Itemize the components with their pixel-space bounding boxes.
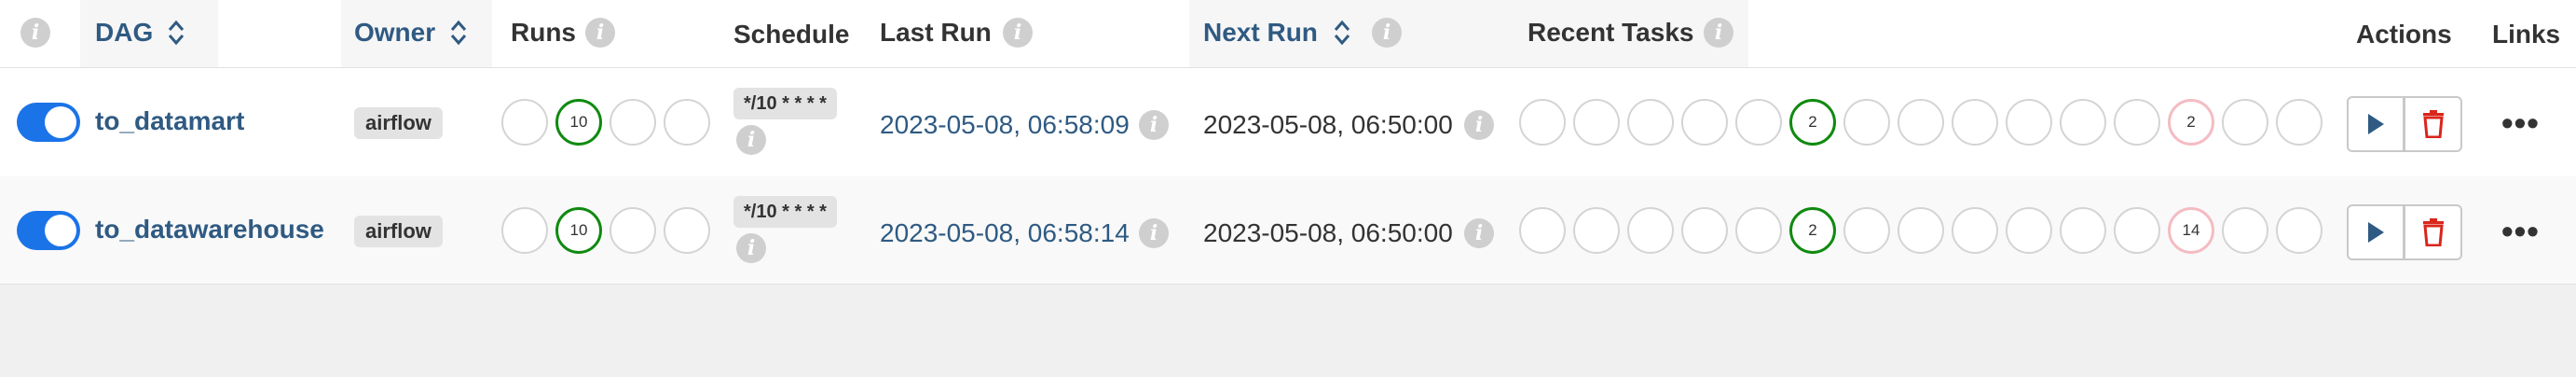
task-state-circle[interactable] — [1735, 99, 1782, 146]
delete-dag-button[interactable] — [2405, 204, 2462, 260]
column-next-run[interactable]: Next Run i — [1189, 0, 1515, 67]
task-state-circle[interactable] — [1952, 99, 1998, 146]
table-row: to_datawarehouse airflow 10 */10 * * * *… — [0, 176, 2576, 285]
run-state-circle[interactable] — [610, 99, 656, 146]
toggle-knob — [45, 106, 76, 138]
trigger-dag-button[interactable] — [2347, 96, 2405, 152]
task-state-circle[interactable] — [1898, 207, 1944, 254]
table-row: to_datamart airflow 10 */10 * * * * i 20… — [0, 68, 2576, 176]
column-recent-tasks: Recent Tasks i — [1515, 0, 1748, 67]
task-state-circle[interactable] — [1627, 207, 1674, 254]
task-state-circle[interactable] — [1681, 99, 1728, 146]
schedule-badge[interactable]: */10 * * * * — [733, 196, 837, 228]
info-icon[interactable]: i — [21, 18, 50, 48]
owner-badge[interactable]: airflow — [354, 216, 443, 247]
task-state-circle[interactable] — [1898, 99, 1944, 146]
task-state-circle[interactable] — [1573, 99, 1620, 146]
info-icon[interactable]: i — [1003, 18, 1033, 48]
task-state-circle[interactable] — [2222, 99, 2268, 146]
owner-badge[interactable]: airflow — [354, 107, 443, 139]
column-last-run-label: Last Run — [880, 18, 992, 47]
task-state-circle[interactable] — [2276, 99, 2323, 146]
task-state-circle[interactable] — [2276, 207, 2323, 254]
info-icon[interactable]: i — [1704, 18, 1733, 48]
sort-icon[interactable] — [1334, 17, 1350, 49]
task-state-circle[interactable] — [1519, 207, 1566, 254]
column-runs-label: Runs — [511, 18, 576, 47]
more-links-icon[interactable]: ••• — [2501, 106, 2540, 140]
column-actions-label: Actions — [2356, 20, 2452, 49]
dag-link[interactable]: to_datawarehouse — [95, 214, 324, 245]
task-state-circle[interactable] — [2060, 99, 2106, 146]
row-divider — [0, 284, 2576, 285]
next-run-value: 2023-05-08, 06:50:00 — [1203, 110, 1453, 139]
task-state-circle[interactable] — [1573, 207, 1620, 254]
header-divider — [0, 67, 2576, 68]
trigger-dag-button[interactable] — [2347, 204, 2405, 260]
column-owner-label[interactable]: Owner — [354, 17, 435, 49]
more-links-icon[interactable]: ••• — [2501, 215, 2540, 248]
run-state-circle[interactable]: 10 — [555, 207, 602, 254]
dag-pause-toggle[interactable] — [17, 103, 80, 142]
info-icon[interactable]: i — [1372, 18, 1402, 48]
sort-icon[interactable] — [450, 17, 467, 49]
last-run-link[interactable]: 2023-05-08, 06:58:14 — [880, 217, 1130, 249]
dag-link[interactable]: to_datamart — [95, 105, 244, 137]
task-state-circle[interactable] — [2006, 207, 2052, 254]
task-state-circle[interactable] — [1735, 207, 1782, 254]
task-state-circle[interactable] — [1843, 99, 1890, 146]
schedule-badge[interactable]: */10 * * * * — [733, 88, 837, 119]
run-state-circle[interactable] — [664, 99, 710, 146]
column-links-label: Links — [2492, 20, 2561, 49]
info-icon[interactable]: i — [585, 18, 615, 48]
dag-pause-toggle[interactable] — [17, 211, 80, 250]
task-state-circle[interactable] — [2060, 207, 2106, 254]
task-state-circle[interactable] — [2114, 99, 2160, 146]
info-icon[interactable]: i — [1139, 110, 1169, 140]
trash-icon — [2422, 110, 2444, 138]
info-icon[interactable]: i — [1464, 110, 1494, 140]
task-state-circle[interactable] — [1843, 207, 1890, 254]
task-state-circle[interactable]: 2 — [2168, 99, 2214, 146]
run-state-circle[interactable] — [501, 207, 548, 254]
task-state-circle[interactable] — [2006, 99, 2052, 146]
run-state-circle[interactable]: 10 — [555, 99, 602, 146]
toggle-knob — [45, 215, 76, 246]
run-state-circle[interactable] — [610, 207, 656, 254]
task-state-circle[interactable] — [2114, 207, 2160, 254]
task-state-circle[interactable]: 2 — [1789, 207, 1836, 254]
column-schedule-label: Schedule — [733, 20, 850, 49]
last-run-link[interactable]: 2023-05-08, 06:58:09 — [880, 109, 1130, 141]
run-state-circle[interactable] — [664, 207, 710, 254]
info-icon[interactable]: i — [1464, 218, 1494, 248]
column-dag[interactable]: DAG — [80, 0, 218, 67]
column-dag-label[interactable]: DAG — [95, 17, 153, 49]
run-state-circle[interactable] — [501, 99, 548, 146]
task-state-circle[interactable]: 14 — [2168, 207, 2214, 254]
task-state-circle[interactable] — [1627, 99, 1674, 146]
sort-icon[interactable] — [168, 17, 185, 49]
task-state-circle[interactable]: 2 — [1789, 99, 1836, 146]
play-icon — [2368, 114, 2384, 134]
task-state-circle[interactable] — [1519, 99, 1566, 146]
info-icon[interactable]: i — [1139, 218, 1169, 248]
play-icon — [2368, 222, 2384, 243]
delete-dag-button[interactable] — [2405, 96, 2462, 152]
column-next-run-label[interactable]: Next Run — [1203, 17, 1318, 49]
table-header: i DAG Owner Runs i Schedule Last Run i N… — [0, 0, 2576, 67]
info-icon[interactable]: i — [736, 233, 766, 263]
next-run-value: 2023-05-08, 06:50:00 — [1203, 218, 1453, 247]
column-recent-tasks-label: Recent Tasks — [1528, 18, 1694, 47]
task-state-circle[interactable] — [1952, 207, 1998, 254]
column-owner[interactable]: Owner — [341, 0, 492, 67]
task-state-circle[interactable] — [1681, 207, 1728, 254]
trash-icon — [2422, 218, 2444, 246]
task-state-circle[interactable] — [2222, 207, 2268, 254]
info-icon[interactable]: i — [736, 125, 766, 155]
